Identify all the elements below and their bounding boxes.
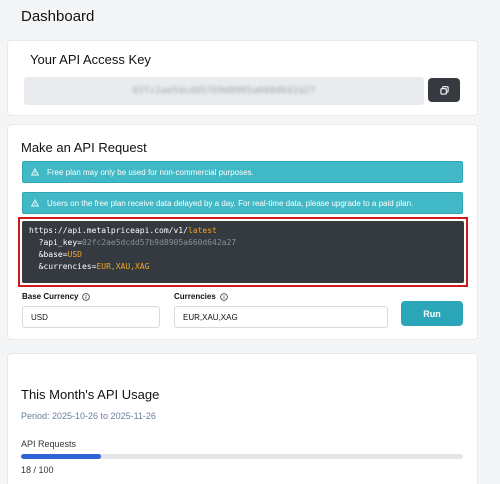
- code-api-key-value: 02fc2ae5dcdd57b9d8905a660d642a27: [82, 238, 237, 247]
- alert-text: Free plan may only be used for non-comme…: [47, 167, 254, 177]
- code-api-key-param: ?api_key=: [38, 238, 82, 247]
- api-key-title: Your API Access Key: [30, 52, 151, 67]
- api-key-card: Your API Access Key 02fc2ae5dcdd57b9d890…: [7, 40, 478, 116]
- api-usage-card: This Month's API Usage Period: 2025-10-2…: [7, 353, 478, 484]
- usage-title: This Month's API Usage: [21, 387, 160, 402]
- code-highlight-box: https://api.metalpriceapi.com/v1/latest …: [18, 217, 468, 287]
- usage-period: Period: 2025-10-26 to 2025-11-26: [21, 411, 156, 421]
- page-title: Dashboard: [21, 8, 95, 25]
- copy-key-button[interactable]: [428, 78, 460, 102]
- usage-progress-bar: [21, 454, 463, 459]
- alert-delayed-data: Users on the free plan receive data dela…: [22, 192, 463, 214]
- code-base-param: &base=: [38, 250, 68, 259]
- currencies-input[interactable]: EUR,XAU,XAG: [174, 306, 388, 328]
- request-url-code[interactable]: https://api.metalpriceapi.com/v1/latest …: [22, 221, 464, 283]
- info-icon: [82, 292, 91, 301]
- base-currency-input[interactable]: USD: [22, 306, 160, 328]
- info-icon: [220, 292, 228, 301]
- alert-text: Users on the free plan receive data dela…: [47, 198, 414, 208]
- code-base-value: USD: [67, 250, 82, 259]
- code-currencies-value: EUR,XAU,XAG: [96, 262, 150, 271]
- usage-count: 18 / 100: [21, 465, 54, 475]
- code-currencies-param: &currencies=: [38, 262, 97, 271]
- api-request-card: Make an API Request Free plan may only b…: [7, 124, 478, 340]
- warning-icon: [31, 199, 39, 207]
- currencies-label: Currencies: [174, 292, 228, 301]
- code-endpoint: latest: [187, 226, 217, 235]
- api-requests-label: API Requests: [21, 439, 77, 449]
- code-base-url: https://api.metalpriceapi.com/v1/: [29, 226, 188, 235]
- api-request-title: Make an API Request: [21, 140, 147, 155]
- alert-non-commercial: Free plan may only be used for non-comme…: [22, 161, 463, 183]
- run-button[interactable]: Run: [401, 301, 463, 326]
- base-currency-label: Base Currency: [22, 292, 91, 301]
- warning-icon: [31, 168, 39, 176]
- copy-icon: [439, 85, 449, 95]
- api-key-field[interactable]: 02fc2ae5dcdd57b9d8905a660d642a27: [24, 77, 424, 105]
- usage-progress-fill: [21, 454, 101, 459]
- api-key-value: 02fc2ae5dcdd57b9d8905a660d642a27: [132, 86, 316, 96]
